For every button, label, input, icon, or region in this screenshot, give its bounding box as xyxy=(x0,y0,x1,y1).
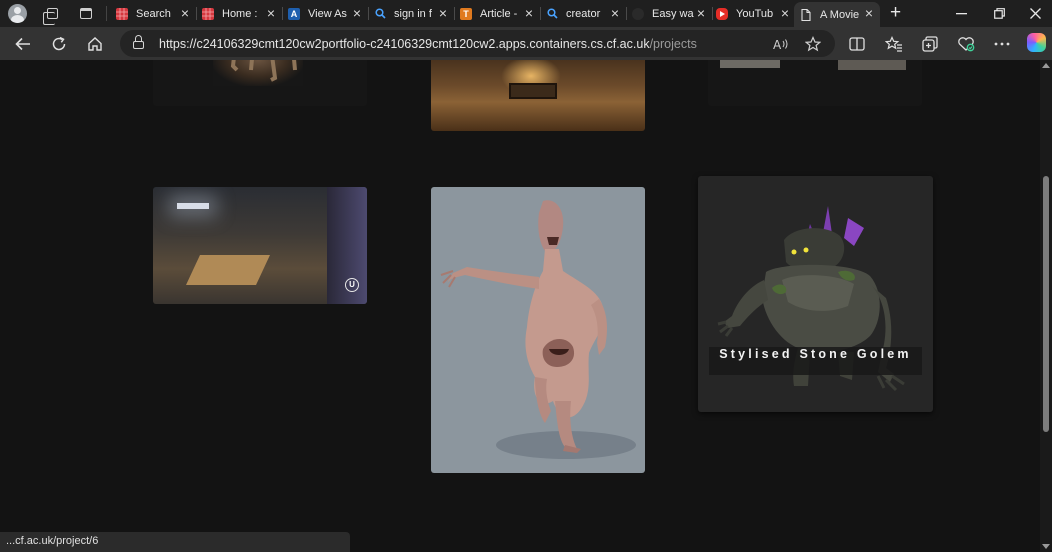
scroll-down-arrow-icon[interactable] xyxy=(1042,544,1050,549)
browser-essentials-icon[interactable] xyxy=(955,33,977,55)
project-card-dark-room[interactable]: U xyxy=(153,187,367,304)
tab-close-icon[interactable]: × xyxy=(863,6,875,20)
project-card-stone-golem[interactable]: Stylised Stone Golem xyxy=(698,176,933,412)
creature-sculpt-image xyxy=(440,200,636,459)
tab-close-icon[interactable]: × xyxy=(695,6,707,20)
url-host: https://c24106329cmt120cw2portfolio-c241… xyxy=(159,37,650,51)
page-viewport: U Stylised Stone Golem xyxy=(0,60,1040,552)
home-button[interactable] xyxy=(84,33,106,55)
browser-toolbar: https://c24106329cmt120cw2portfolio-c241… xyxy=(0,27,1052,60)
svg-text:A: A xyxy=(773,38,782,51)
copilot-icon[interactable] xyxy=(1027,33,1046,52)
browser-tab[interactable]: Easy wa × xyxy=(626,2,712,25)
browser-tab[interactable]: A View As × xyxy=(282,2,368,25)
lock-icon[interactable] xyxy=(133,35,144,49)
scrollbar-thumb[interactable] xyxy=(1043,176,1049,432)
page-scrollbar[interactable] xyxy=(1040,60,1052,552)
search-icon xyxy=(374,7,386,20)
project-card-ruins[interactable] xyxy=(708,60,922,106)
unreal-engine-logo-icon: U xyxy=(345,278,359,292)
refresh-icon xyxy=(52,36,66,51)
url-path: /projects xyxy=(649,37,697,51)
new-tab-button[interactable]: + xyxy=(886,3,905,23)
tab-strip: Search × Home : × A View As × sign in f × T Articl… xyxy=(0,0,1052,27)
tab-close-icon[interactable]: × xyxy=(523,6,535,20)
close-icon xyxy=(1029,8,1041,19)
minimize-button[interactable] xyxy=(942,0,980,27)
project-card-creature[interactable] xyxy=(153,60,367,106)
minimize-icon xyxy=(955,12,967,14)
home-icon xyxy=(88,37,102,51)
back-arrow-icon xyxy=(15,37,30,51)
ceiling-lamp-image xyxy=(177,203,209,209)
browser-tab[interactable]: YouTub × xyxy=(710,2,796,25)
browser-tab[interactable]: Home : × xyxy=(196,2,282,25)
browser-tab[interactable]: sign in f × xyxy=(368,2,454,25)
scroll-up-arrow-icon[interactable] xyxy=(1042,63,1050,68)
tab-close-icon[interactable]: × xyxy=(779,6,791,20)
refresh-button[interactable] xyxy=(48,33,70,55)
read-aloud-icon[interactable]: A xyxy=(772,35,790,53)
tab-title: Home : xyxy=(222,7,258,20)
favorite-star-icon[interactable] xyxy=(804,35,822,53)
collections-icon[interactable] xyxy=(919,33,941,55)
youtube-icon xyxy=(716,7,728,20)
project-title: Stylised Stone Golem xyxy=(719,347,912,361)
close-window-button[interactable] xyxy=(1016,0,1052,27)
search-icon xyxy=(546,7,558,20)
browser-tab[interactable]: Search × xyxy=(110,2,196,25)
back-button[interactable] xyxy=(12,33,34,55)
tab-close-icon[interactable]: × xyxy=(609,6,621,20)
settings-more-icon[interactable] xyxy=(991,33,1013,55)
tab-actions-icon[interactable] xyxy=(76,4,96,23)
project-title-overlay: Stylised Stone Golem xyxy=(709,347,922,375)
tab-title: Easy wa xyxy=(652,7,694,20)
tab-close-icon[interactable]: × xyxy=(265,6,277,20)
tab-close-icon[interactable]: × xyxy=(437,6,449,20)
stone-golem-image xyxy=(717,206,905,392)
tab-title: Article - xyxy=(480,7,518,20)
ruin-wall-image xyxy=(720,60,780,68)
project-card-tavern-table[interactable] xyxy=(431,60,645,131)
tab-title: Search xyxy=(136,7,171,20)
tab-title: A Movie xyxy=(820,8,860,21)
url-text[interactable]: https://c24106329cmt120cw2portfolio-c241… xyxy=(159,37,697,51)
a-letter-icon: A xyxy=(288,7,300,20)
address-bar[interactable]: https://c24106329cmt120cw2portfolio-c241… xyxy=(120,30,835,57)
browser-tab[interactable]: A Movie × xyxy=(794,2,880,27)
grid-red-icon xyxy=(202,7,214,20)
game-board-image xyxy=(509,83,557,99)
workspaces-icon[interactable] xyxy=(42,4,62,25)
tab-separator xyxy=(106,6,107,21)
dark-circle-icon xyxy=(632,7,644,20)
restore-button[interactable] xyxy=(980,0,1018,27)
tab-title: View As xyxy=(308,7,347,20)
t-letter-icon: T xyxy=(460,7,472,20)
desk-image xyxy=(186,255,270,285)
status-link-preview: ...cf.ac.uk/project/6 xyxy=(0,532,350,552)
split-screen-icon[interactable] xyxy=(846,33,868,55)
tab-title: sign in f xyxy=(394,7,432,20)
restore-icon xyxy=(993,8,1005,19)
creature-legs-image xyxy=(230,60,297,82)
page-icon xyxy=(800,8,812,21)
tab-title: creator xyxy=(566,7,601,20)
grid-red-icon xyxy=(116,7,128,20)
tab-close-icon[interactable]: × xyxy=(351,6,363,20)
tab-title: YouTub xyxy=(736,7,774,20)
browser-tab[interactable]: T Article - × xyxy=(454,2,540,25)
tab-close-icon[interactable]: × xyxy=(179,6,191,20)
favorites-icon[interactable] xyxy=(883,33,905,55)
browser-tab[interactable]: creator × xyxy=(540,2,626,25)
ruin-wall-image xyxy=(838,60,906,70)
project-card-creature-sculpt[interactable] xyxy=(431,187,645,473)
profile-avatar-icon[interactable] xyxy=(8,4,27,23)
